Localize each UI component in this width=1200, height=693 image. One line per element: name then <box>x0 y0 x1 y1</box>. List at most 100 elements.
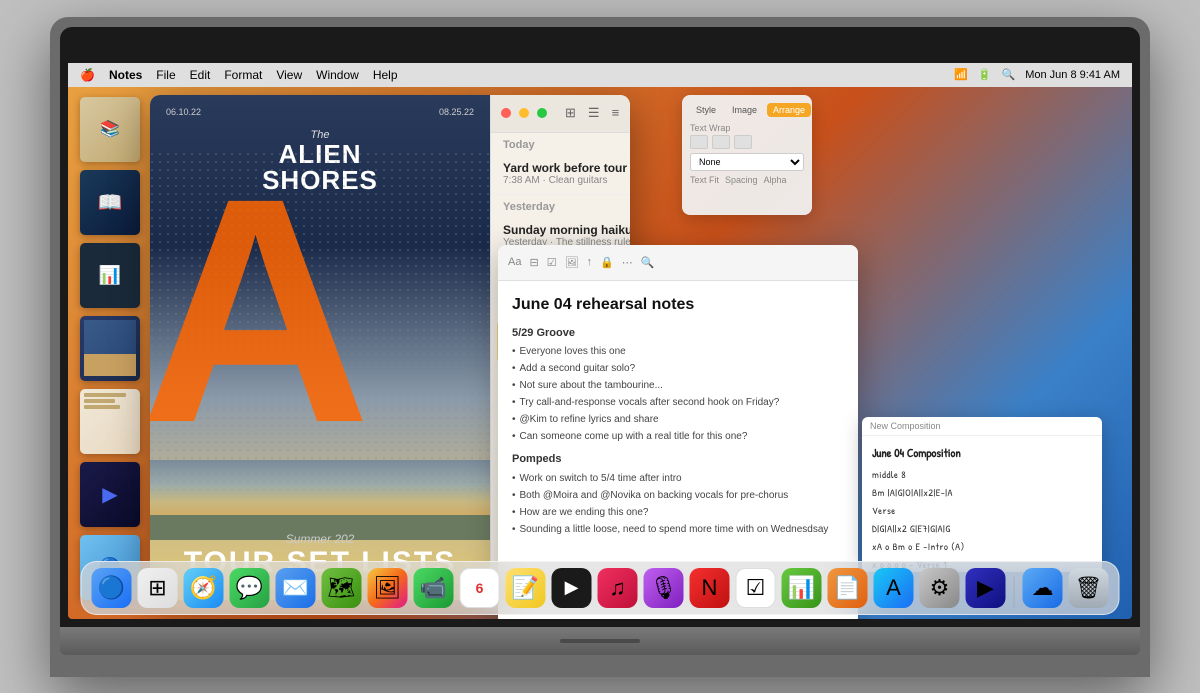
apple-menu[interactable]: 🍎 <box>80 68 95 82</box>
comp-line-1: Bm |A|G|O|A||x2|E-|A <box>872 485 1092 503</box>
dock-item-news[interactable]: N <box>690 568 730 608</box>
dock-item-fcpx[interactable]: ▶ <box>966 568 1006 608</box>
comp-title: June 04 Composition <box>872 442 1092 464</box>
toolbar-share-icon[interactable]: ↑ <box>587 256 593 268</box>
thumbnail-4[interactable] <box>80 316 140 381</box>
dock-item-music[interactable]: ♫ <box>598 568 638 608</box>
dock-item-settings[interactable]: ⚙ <box>920 568 960 608</box>
text-fit-label: Text Fit <box>690 175 719 185</box>
inspector-tabs: Style Image Arrange <box>690 103 804 117</box>
dock-item-maps[interactable]: 🗺 <box>322 568 362 608</box>
wrap-option-1[interactable] <box>690 135 708 149</box>
dock-item-notes[interactable]: 📝 <box>506 568 546 608</box>
dock-item-reminders[interactable]: ☑ <box>736 568 776 608</box>
dock-item-icloud[interactable]: ☁ <box>1023 568 1063 608</box>
thumbnail-5[interactable] <box>80 389 140 454</box>
sort-icon[interactable]: ≡ <box>612 105 620 121</box>
dock: 🔵⊞🧭💬✉️🗺🖼📹6📝▶♫🎙N☑📊📄A⚙▶☁🗑 <box>81 561 1120 615</box>
note-item-yard-work[interactable]: Yard work before tour 7:38 AM · Clean gu… <box>491 153 630 195</box>
dock-item-appletv[interactable]: ▶ <box>552 568 592 608</box>
composition-header: New Composition <box>862 417 1102 436</box>
clock: Mon Jun 8 9:41 AM <box>1025 69 1120 81</box>
note-title-haiku: Sunday morning haiku <box>503 223 630 237</box>
alpha-label: Alpha <box>764 175 787 185</box>
comp-line-0: middle 8 <box>872 467 1092 485</box>
menu-file[interactable]: File <box>156 68 175 82</box>
list-icon[interactable]: ☰ <box>588 105 600 121</box>
dock-item-numbers[interactable]: 📊 <box>782 568 822 608</box>
dock-item-pages[interactable]: 📄 <box>828 568 868 608</box>
dock-item-mail[interactable]: ✉️ <box>276 568 316 608</box>
menu-edit[interactable]: Edit <box>190 68 211 82</box>
menu-format[interactable]: Format <box>224 68 262 82</box>
dock-item-facetime[interactable]: 📹 <box>414 568 454 608</box>
dock-divider <box>1014 576 1015 608</box>
note-detail-title: June 04 rehearsal notes <box>512 293 844 317</box>
wrap-option-3[interactable] <box>734 135 752 149</box>
dock-item-trash[interactable]: 🗑 <box>1069 568 1109 608</box>
window-minimize-button[interactable] <box>519 108 529 118</box>
dock-item-appstore[interactable]: A <box>874 568 914 608</box>
window-maximize-button[interactable] <box>537 108 547 118</box>
window-close-button[interactable] <box>501 108 511 118</box>
tour-poster-header: 06.10.22 08.25.22 <box>150 95 490 121</box>
inspector-tab-image[interactable]: Image <box>726 103 763 117</box>
inspector-panel: Style Image Arrange Text Wrap None <box>682 95 812 215</box>
composition-window: New Composition June 04 Composition midd… <box>862 417 1102 572</box>
bullet-p4: •Sounding a little loose, need to spend … <box>512 522 844 538</box>
bullet-6: •Can someone come up with a real title f… <box>512 429 844 445</box>
thumbnail-1[interactable]: 📚 <box>80 97 140 162</box>
note-detail-toolbar: Aa ⊟ ☑ 🖼 ↑ 🔒 ⋯ 🔍 <box>498 245 858 281</box>
thumbnail-fcpx[interactable]: ▶ <box>80 462 140 527</box>
inspector-tab-arrange[interactable]: Arrange <box>767 103 811 117</box>
note-section1: 5/29 Groove <box>512 325 844 342</box>
bullet-p2: •Both @Moira and @Novika on backing voca… <box>512 488 844 504</box>
dock-item-launchpad[interactable]: ⊞ <box>138 568 178 608</box>
toolbar-search-icon[interactable]: 🔍 <box>641 256 655 269</box>
bullet-1: •Everyone loves this one <box>512 344 844 360</box>
menu-window[interactable]: Window <box>316 68 359 82</box>
dock-item-podcasts[interactable]: 🎙 <box>644 568 684 608</box>
text-wrap-select[interactable]: None <box>690 153 804 171</box>
toolbar-media-icon[interactable]: 🖼 <box>565 256 579 269</box>
trackpad-notch <box>560 639 640 643</box>
inspector-tab-style[interactable]: Style <box>690 103 722 117</box>
dock-item-calendar[interactable]: 6 <box>460 568 500 608</box>
dock-item-finder[interactable]: 🔵 <box>92 568 132 608</box>
spacing-label: Spacing <box>725 175 758 185</box>
sidebar-thumbnails: 📚 📖 📊 ▶ <box>80 97 140 600</box>
menu-help[interactable]: Help <box>373 68 398 82</box>
menu-bar: 🍎 Notes File Edit Format View Window Hel… <box>68 63 1132 87</box>
toolbar-format-icon[interactable]: Aa <box>508 256 521 268</box>
menu-view[interactable]: View <box>276 68 302 82</box>
toolbar-icons: ⊞ ☰ ≡ 🗑 ✏ <box>565 105 630 121</box>
toolbar-table-icon[interactable]: ⊟ <box>529 256 538 269</box>
wrap-option-2[interactable] <box>712 135 730 149</box>
note-title-yard-work: Yard work before tour <box>503 161 630 175</box>
bullet-p3: •How are we ending this one? <box>512 505 844 521</box>
section-today: Today <box>491 133 630 153</box>
toolbar-more-icon[interactable]: ⋯ <box>622 256 633 269</box>
menu-bar-left: 🍎 Notes File Edit Format View Window Hel… <box>80 68 398 82</box>
dock-item-messages[interactable]: 💬 <box>230 568 270 608</box>
camera-notch <box>530 27 670 53</box>
grid-icon[interactable]: ⊞ <box>565 105 576 121</box>
macbook-bottom <box>60 627 1140 655</box>
toolbar-checklist-icon[interactable]: ☑ <box>547 256 557 269</box>
tour-poster: 06.10.22 08.25.22 The ALIEN SHORES A <box>150 95 490 600</box>
bullet-4: •Try call-and-response vocals after seco… <box>512 395 844 411</box>
search-icon[interactable]: 🔍 <box>1002 68 1016 81</box>
dock-item-safari[interactable]: 🧭 <box>184 568 224 608</box>
bullet-2: •Add a second guitar solo? <box>512 361 844 377</box>
dock-item-photos[interactable]: 🖼 <box>368 568 408 608</box>
toolbar-lock-icon[interactable]: 🔒 <box>600 256 614 269</box>
note-bullets2: •Work on switch to 5/4 time after intro … <box>512 471 844 538</box>
thumbnail-3[interactable]: 📊 <box>80 243 140 308</box>
thumbnail-2[interactable]: 📖 <box>80 170 140 235</box>
section-yesterday: Yesterday <box>491 195 630 215</box>
text-wrap-label: Text Wrap <box>690 123 804 133</box>
comp-line-4: xA o Bm o E -Intro (A) <box>872 539 1092 557</box>
wifi-icon: 📶 <box>954 68 968 81</box>
app-name[interactable]: Notes <box>109 68 142 82</box>
bullet-3: •Not sure about the tambourine... <box>512 378 844 394</box>
